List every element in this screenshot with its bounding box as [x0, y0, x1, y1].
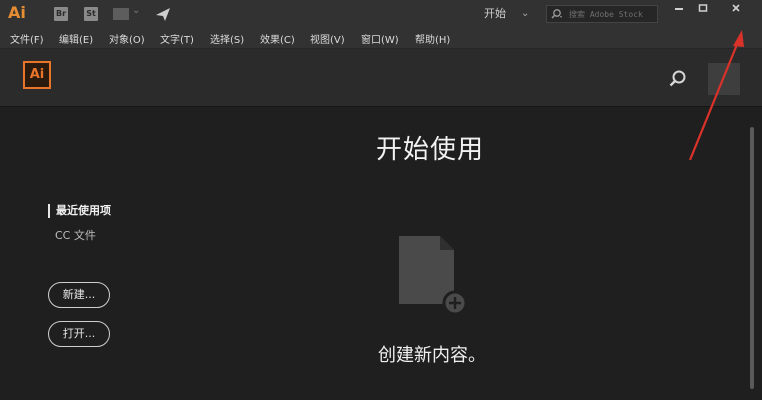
maximize-icon — [698, 4, 708, 12]
open-button[interactable]: 打开... — [48, 321, 110, 347]
close-button[interactable] — [716, 0, 756, 22]
stock-search-input[interactable] — [569, 7, 655, 21]
menu-file[interactable]: 文件(F) — [10, 31, 44, 46]
search-icon — [551, 9, 562, 19]
stock-button[interactable]: St — [84, 7, 98, 21]
home-header: Ai — [0, 49, 762, 107]
chevron-down-icon: ⌄ — [521, 8, 530, 19]
maximize-button[interactable] — [692, 0, 714, 22]
menu-object[interactable]: 对象(O) — [109, 31, 145, 46]
new-button[interactable]: 新建... — [48, 282, 110, 308]
menu-view[interactable]: 视图(V) — [310, 31, 345, 46]
scrollbar[interactable] — [750, 127, 754, 389]
stock-search-box[interactable] — [546, 5, 658, 23]
menu-edit[interactable]: 编辑(E) — [59, 31, 93, 46]
create-new-text[interactable]: 创建新内容。 — [332, 341, 532, 367]
menu-window[interactable]: 窗口(W) — [361, 31, 399, 46]
title-bar: Ai Br St ⌄ 开始 ⌄ — [0, 0, 762, 28]
app-logo: Ai — [8, 3, 26, 22]
app-badge: Ai — [23, 61, 51, 89]
gpu-performance-icon[interactable] — [154, 5, 172, 23]
menu-select[interactable]: 选择(S) — [210, 31, 244, 46]
chevron-down-icon[interactable]: ⌄ — [132, 5, 140, 16]
search-icon[interactable] — [668, 69, 688, 89]
nav-recent[interactable]: 最近使用项 — [48, 204, 111, 218]
nav-cc-files[interactable]: CC 文件 — [55, 227, 96, 243]
page-title: 开始使用 — [375, 135, 484, 165]
workspace-switcher[interactable]: 开始 ⌄ — [484, 5, 540, 23]
new-document-icon[interactable] — [396, 232, 470, 322]
avatar[interactable] — [708, 63, 740, 95]
workspace-label: 开始 — [484, 7, 506, 20]
arrange-documents-icon[interactable] — [113, 8, 129, 20]
minimize-button[interactable] — [668, 0, 690, 22]
start-screen: 最近使用项 CC 文件 新建... 打开... 开始使用 创建新内容。 — [0, 107, 762, 400]
menu-effect[interactable]: 效果(C) — [260, 31, 295, 46]
menu-type[interactable]: 文字(T) — [160, 31, 194, 46]
menu-help[interactable]: 帮助(H) — [415, 31, 450, 46]
close-icon — [732, 4, 740, 12]
minimize-icon — [675, 8, 683, 10]
bridge-button[interactable]: Br — [54, 7, 68, 21]
menu-bar: 文件(F) 编辑(E) 对象(O) 文字(T) 选择(S) 效果(C) 视图(V… — [0, 28, 762, 49]
